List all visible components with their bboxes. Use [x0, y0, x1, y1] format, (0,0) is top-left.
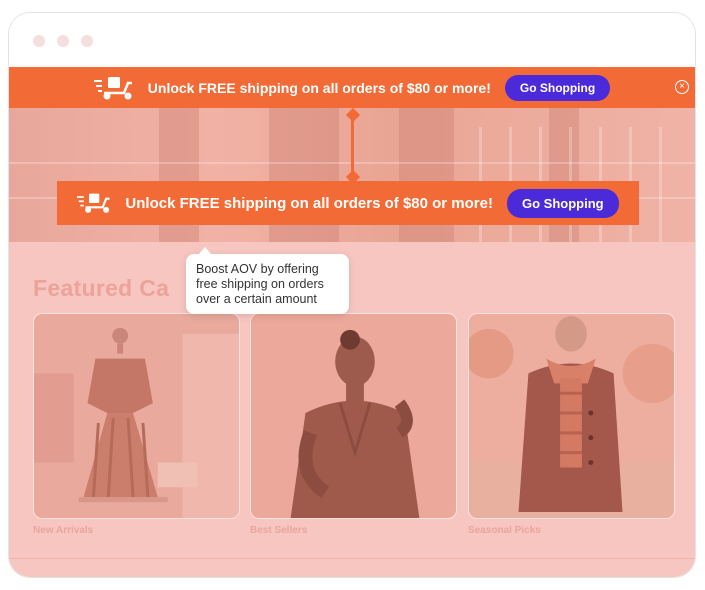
- coat-image: [469, 314, 674, 518]
- section-title: Featured Ca: [33, 275, 170, 301]
- minimize-window-dot[interactable]: [57, 35, 69, 47]
- promo-message: Unlock FREE shipping on all orders of $8…: [147, 79, 491, 96]
- delivery-scooter-icon: [77, 193, 110, 213]
- promo-bar-preview: Unlock FREE shipping on all orders of $8…: [57, 181, 639, 225]
- delivery-scooter-icon: [93, 76, 132, 99]
- dress-image: [34, 314, 239, 518]
- close-window-dot[interactable]: [33, 35, 45, 47]
- footer-divider: [9, 558, 695, 559]
- browser-window: Featured Ca New Arrivals Best Sellers Se…: [8, 12, 696, 578]
- promo-message: Unlock FREE shipping on all orders of $8…: [125, 194, 493, 212]
- title-bar: [9, 13, 695, 67]
- category-card-seasonal-picks[interactable]: [468, 313, 675, 519]
- category-card-new-arrivals[interactable]: [33, 313, 240, 519]
- card-label-best-sellers[interactable]: Best Sellers: [250, 525, 307, 536]
- maximize-window-dot[interactable]: [81, 35, 93, 47]
- connector-line: [351, 113, 354, 178]
- go-shopping-button[interactable]: Go Shopping: [506, 188, 619, 218]
- card-label-new-arrivals[interactable]: New Arrivals: [33, 525, 93, 536]
- card-label-seasonal-picks[interactable]: Seasonal Picks: [468, 525, 541, 536]
- model-image: [251, 314, 456, 518]
- go-shopping-button[interactable]: Go Shopping: [504, 74, 611, 101]
- category-card-best-sellers[interactable]: [250, 313, 457, 519]
- close-icon[interactable]: ×: [675, 80, 689, 94]
- tooltip: Boost AOV by offering free shipping on o…: [186, 247, 349, 314]
- promo-bar-top: Unlock FREE shipping on all orders of $8…: [9, 67, 695, 108]
